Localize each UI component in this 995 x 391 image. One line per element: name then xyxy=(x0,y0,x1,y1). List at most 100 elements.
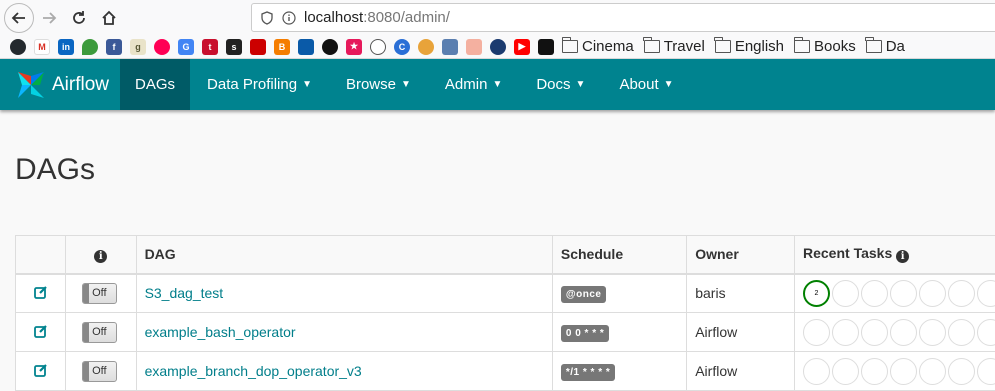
task-state-circle[interactable] xyxy=(832,358,859,385)
task-state-circle[interactable] xyxy=(919,358,946,385)
nf-icon[interactable] xyxy=(538,39,554,55)
page-title: DAGs xyxy=(15,150,995,190)
url-host: localhost xyxy=(304,9,363,26)
nav-data-profiling[interactable]: Data Profiling▼ xyxy=(190,59,329,110)
drop-icon[interactable] xyxy=(82,39,98,55)
address-bar[interactable]: localhost:8080/admin/ xyxy=(251,3,995,32)
bookmarks-bar: M in f g G t s B ★ C ▶ Cinema Travel Eng… xyxy=(0,35,995,59)
task-state-circle[interactable] xyxy=(861,358,888,385)
dag-cell: example_bash_operator xyxy=(136,313,552,352)
gmail-icon[interactable]: M xyxy=(34,39,50,55)
main-content: DAGs xyxy=(0,150,995,190)
schedule-cell: */1 * * * * xyxy=(552,352,686,391)
airflow-brand[interactable]: Airflow xyxy=(0,59,120,110)
facebook-icon[interactable]: f xyxy=(106,39,122,55)
task-state-circle[interactable] xyxy=(861,319,888,346)
dag-toggle-switch[interactable]: Off xyxy=(82,361,117,382)
c-icon[interactable]: C xyxy=(394,39,410,55)
forward-arrow-icon xyxy=(41,10,57,26)
star-icon[interactable]: ★ xyxy=(346,39,362,55)
task-state-circle[interactable] xyxy=(977,319,995,346)
goodreads-icon[interactable]: g xyxy=(130,39,146,55)
seslisozluk-icon[interactable]: s xyxy=(226,39,242,55)
folder-icon xyxy=(715,40,731,53)
folder-icon xyxy=(562,40,578,53)
dag-toggle-switch[interactable]: Off xyxy=(82,283,117,304)
bookmark-folder-travel[interactable]: Travel xyxy=(644,38,705,55)
red-book-icon[interactable]: t xyxy=(202,39,218,55)
back-button[interactable] xyxy=(4,3,34,33)
owner-cell: Airflow xyxy=(687,352,795,391)
task-state-circle[interactable] xyxy=(890,358,917,385)
shield-icon xyxy=(260,11,274,25)
itu-icon[interactable] xyxy=(490,39,506,55)
edit-icon[interactable] xyxy=(34,324,48,338)
owner-cell: baris xyxy=(687,274,795,313)
nav-docs[interactable]: Docs▼ xyxy=(519,59,602,110)
task-state-circle[interactable] xyxy=(919,280,946,307)
task-state-success-circle[interactable]: 2 xyxy=(803,280,830,307)
ledu-icon[interactable] xyxy=(322,39,338,55)
back-arrow-icon xyxy=(11,10,27,26)
linkedin-icon[interactable]: in xyxy=(58,39,74,55)
edit-icon[interactable] xyxy=(34,285,48,299)
nav-about[interactable]: About▼ xyxy=(602,59,690,110)
info-icon[interactable]: i xyxy=(94,250,107,263)
nav-admin[interactable]: Admin▼ xyxy=(428,59,519,110)
sun-icon[interactable] xyxy=(298,39,314,55)
task-state-circle[interactable] xyxy=(948,319,975,346)
bookmark-folder-books[interactable]: Books xyxy=(794,38,856,55)
task-state-circle[interactable] xyxy=(832,319,859,346)
edit-icon[interactable] xyxy=(34,363,48,377)
dag-link[interactable]: S3_dag_test xyxy=(145,285,224,301)
puzzle-icon[interactable] xyxy=(250,39,266,55)
bookmark-folder-da[interactable]: Da xyxy=(866,38,905,55)
header-dag[interactable]: DAG xyxy=(136,236,552,274)
bookmark-folder-english[interactable]: English xyxy=(715,38,784,55)
dag-toggle-switch[interactable]: Off xyxy=(82,322,117,343)
dag-cell: example_branch_dop_operator_v3 xyxy=(136,352,552,391)
eye-icon[interactable] xyxy=(418,39,434,55)
task-state-circle[interactable] xyxy=(832,280,859,307)
airflow-pinwheel-icon xyxy=(14,68,48,102)
youtube-icon[interactable]: ▶ xyxy=(514,39,530,55)
blogger-icon[interactable]: B xyxy=(274,39,290,55)
task-state-circle[interactable] xyxy=(890,319,917,346)
translate-icon[interactable]: G xyxy=(178,39,194,55)
chevron-down-icon: ▼ xyxy=(302,79,312,90)
task-state-circle[interactable] xyxy=(861,280,888,307)
info-icon[interactable]: i xyxy=(896,250,909,263)
face-icon[interactable] xyxy=(466,39,482,55)
dag-link[interactable]: example_branch_dop_operator_v3 xyxy=(145,363,362,379)
recent-tasks-cell xyxy=(795,352,995,391)
stack-icon[interactable] xyxy=(442,39,458,55)
dots-icon[interactable] xyxy=(154,39,170,55)
task-state-circle[interactable] xyxy=(803,319,830,346)
task-state-circle[interactable] xyxy=(919,319,946,346)
header-schedule[interactable]: Schedule xyxy=(552,236,686,274)
forward-button[interactable] xyxy=(34,3,64,33)
dag-cell: S3_dag_test xyxy=(136,274,552,313)
home-button[interactable] xyxy=(94,3,124,33)
nav-dags[interactable]: DAGs xyxy=(120,59,190,110)
url-path: :8080/admin/ xyxy=(363,9,450,26)
task-state-circle[interactable] xyxy=(948,280,975,307)
task-state-circle[interactable] xyxy=(890,280,917,307)
task-state-circle[interactable] xyxy=(977,358,995,385)
globe-icon[interactable] xyxy=(370,39,386,55)
nav-browse[interactable]: Browse▼ xyxy=(329,59,428,110)
dag-link[interactable]: example_bash_operator xyxy=(145,324,296,340)
reload-button[interactable] xyxy=(64,3,94,33)
header-owner[interactable]: Owner xyxy=(687,236,795,274)
header-info: i xyxy=(66,236,136,274)
table-row: Off example_branch_dop_operator_v3 */1 *… xyxy=(16,352,995,391)
task-state-circle[interactable] xyxy=(803,358,830,385)
task-state-circle[interactable] xyxy=(977,280,995,307)
schedule-badge: */1 * * * * xyxy=(561,364,615,381)
recent-tasks-circles xyxy=(803,319,995,346)
bookmark-folder-cinema[interactable]: Cinema xyxy=(562,38,634,55)
github-icon[interactable] xyxy=(10,39,26,55)
schedule-badge: @once xyxy=(561,286,607,303)
task-state-circle[interactable] xyxy=(948,358,975,385)
table-row: Off example_bash_operator 0 0 * * * Airf… xyxy=(16,313,995,352)
